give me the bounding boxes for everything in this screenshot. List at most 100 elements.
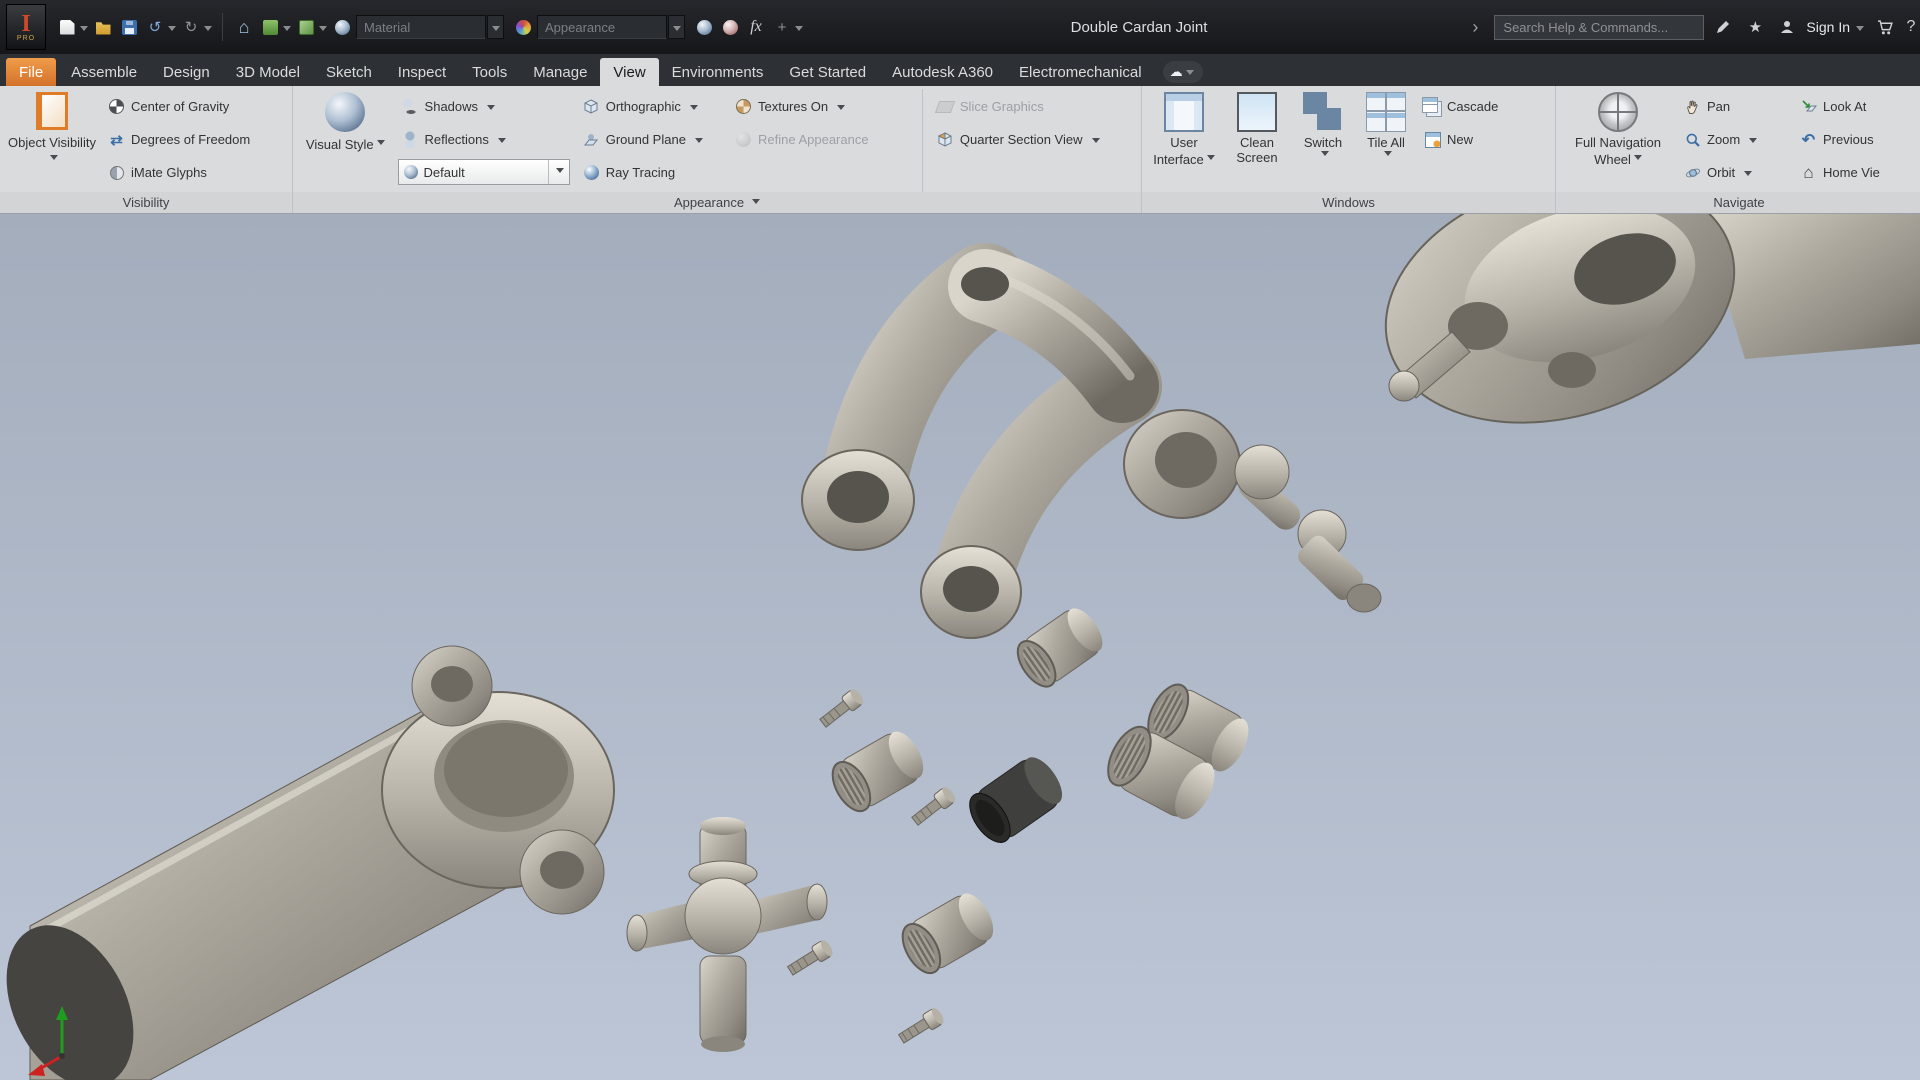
chevron-down-icon[interactable]: [487, 104, 496, 114]
component-button[interactable]: [293, 14, 319, 40]
tab-file[interactable]: File: [6, 58, 57, 86]
chevron-down-icon[interactable]: [1206, 155, 1215, 164]
appearance-sphere-button[interactable]: [329, 14, 355, 40]
chevron-down-icon[interactable]: [1749, 137, 1758, 147]
clear-appearance-button[interactable]: [717, 14, 743, 40]
chevron-down-icon[interactable]: [168, 25, 176, 35]
tile-all-button[interactable]: Tile All: [1358, 89, 1414, 192]
chevron-down-icon[interactable]: [376, 140, 385, 149]
clean-screen-button[interactable]: Clean Screen: [1226, 89, 1288, 192]
group-label-appearance[interactable]: Appearance: [293, 192, 1141, 213]
ribbon: Object Visibility Center of Gravity ⇄ De…: [0, 86, 1920, 214]
chevron-down-icon[interactable]: [319, 25, 327, 35]
a360-cloud-button[interactable]: ☁: [1162, 61, 1203, 83]
chevron-down-icon[interactable]: [497, 137, 506, 147]
chevron-down-icon[interactable]: [204, 25, 212, 35]
chevron-down-icon: [1185, 70, 1194, 79]
full-navigation-wheel-button[interactable]: Full Navigation Wheel: [1562, 89, 1674, 192]
shadows-button[interactable]: Shadows: [398, 90, 573, 123]
group-label-navigate[interactable]: Navigate: [1556, 192, 1920, 213]
chevron-down-icon[interactable]: [49, 155, 58, 164]
viewport-3d-canvas[interactable]: [0, 214, 1920, 1080]
material-combo-dropdown[interactable]: [487, 15, 504, 39]
chevron-down-icon[interactable]: [694, 137, 703, 147]
chevron-down-icon[interactable]: [283, 25, 291, 35]
chevron-down-icon[interactable]: [689, 104, 698, 114]
sign-in-button[interactable]: Sign In: [1806, 19, 1850, 35]
previous-view-button[interactable]: ↶ Previous: [1796, 123, 1916, 156]
visual-style-combo-dropdown[interactable]: [547, 160, 564, 184]
chevron-down-icon[interactable]: [1383, 151, 1392, 160]
expand-arrow-icon[interactable]: ›: [1462, 14, 1488, 40]
group-label-windows[interactable]: Windows: [1142, 192, 1555, 213]
chevron-down-icon[interactable]: [1320, 151, 1329, 160]
adjust-appearance-button[interactable]: [691, 14, 717, 40]
home-view-ribbon-button[interactable]: ⌂ Home Vie: [1796, 156, 1916, 189]
ray-tracing-button[interactable]: Ray Tracing: [579, 156, 725, 189]
render-button[interactable]: [257, 14, 283, 40]
tab-manage[interactable]: Manage: [520, 58, 600, 86]
open-button[interactable]: [90, 14, 116, 40]
quarter-section-view-button[interactable]: Quarter Section View: [933, 123, 1135, 156]
new-file-button[interactable]: [54, 14, 80, 40]
save-button[interactable]: [116, 14, 142, 40]
look-at-button[interactable]: Look At: [1796, 90, 1916, 123]
tab-electromechanical[interactable]: Electromechanical: [1006, 58, 1155, 86]
material-combo[interactable]: Material: [356, 15, 486, 39]
redo-button[interactable]: ↻: [178, 14, 204, 40]
object-visibility-button[interactable]: Object Visibility: [6, 89, 98, 192]
user-interface-icon: [1164, 92, 1204, 132]
visual-style-button[interactable]: Visual Style: [299, 89, 392, 192]
help-icon[interactable]: ?: [1904, 14, 1918, 40]
visual-style-combo[interactable]: Default: [397, 159, 570, 185]
degrees-of-freedom-button[interactable]: ⇄ Degrees of Freedom: [104, 123, 254, 156]
tab-view[interactable]: View: [600, 58, 659, 86]
pan-button[interactable]: Pan: [1680, 90, 1790, 123]
tab-design[interactable]: Design: [150, 58, 223, 86]
chevron-down-icon[interactable]: [1744, 170, 1753, 180]
add-quick-access-button[interactable]: +: [769, 14, 795, 40]
material-ball-button[interactable]: [510, 14, 536, 40]
chevron-down-icon[interactable]: [1856, 25, 1864, 35]
imate-glyphs-button[interactable]: iMate Glyphs: [104, 156, 254, 189]
user-interface-button[interactable]: User Interface: [1148, 89, 1220, 192]
zoom-button[interactable]: Zoom: [1680, 123, 1790, 156]
tab-get-started[interactable]: Get Started: [776, 58, 879, 86]
chevron-down-icon[interactable]: [1633, 155, 1642, 164]
orthographic-button[interactable]: Orthographic: [579, 90, 725, 123]
person-icon[interactable]: [1774, 14, 1800, 40]
cascade-icon: [1422, 97, 1441, 115]
appearance-combo-dropdown[interactable]: [668, 15, 685, 39]
tab-sketch[interactable]: Sketch: [313, 58, 385, 86]
tab-autodesk-a360[interactable]: Autodesk A360: [879, 58, 1006, 86]
cart-icon[interactable]: [1872, 14, 1898, 40]
parameters-button[interactable]: fx: [743, 14, 769, 40]
tab-3d-model[interactable]: 3D Model: [223, 58, 313, 86]
chevron-down-icon[interactable]: [795, 25, 803, 35]
tab-tools[interactable]: Tools: [459, 58, 520, 86]
tab-assemble[interactable]: Assemble: [58, 58, 150, 86]
pen-icon[interactable]: [1710, 14, 1736, 40]
chevron-down-icon[interactable]: [1091, 137, 1100, 147]
tab-environments[interactable]: Environments: [659, 58, 777, 86]
favorites-star-icon[interactable]: ★: [1742, 14, 1768, 40]
chevron-down-icon[interactable]: [837, 104, 846, 114]
group-label-visibility[interactable]: Visibility: [0, 192, 292, 213]
reflections-button[interactable]: Reflections: [398, 123, 573, 156]
chevron-down-icon[interactable]: [80, 25, 88, 35]
viewport[interactable]: [0, 214, 1920, 1080]
undo-button[interactable]: ↺: [142, 14, 168, 40]
home-view-button[interactable]: ⌂: [231, 14, 257, 40]
new-window-button[interactable]: New: [1420, 123, 1530, 156]
inventor-logo[interactable]: I PRO: [6, 4, 46, 50]
appearance-combo[interactable]: Appearance: [537, 15, 667, 39]
tab-inspect[interactable]: Inspect: [385, 58, 459, 86]
ground-plane-button[interactable]: Ground Plane: [579, 123, 725, 156]
switch-windows-button[interactable]: Switch: [1294, 89, 1352, 192]
search-input[interactable]: [1494, 14, 1705, 40]
center-of-gravity-button[interactable]: Center of Gravity: [104, 90, 254, 123]
refine-appearance-icon: [735, 131, 752, 148]
textures-on-button[interactable]: Textures On: [731, 90, 912, 123]
orbit-button[interactable]: Orbit: [1680, 156, 1790, 189]
cascade-button[interactable]: Cascade: [1420, 90, 1530, 123]
